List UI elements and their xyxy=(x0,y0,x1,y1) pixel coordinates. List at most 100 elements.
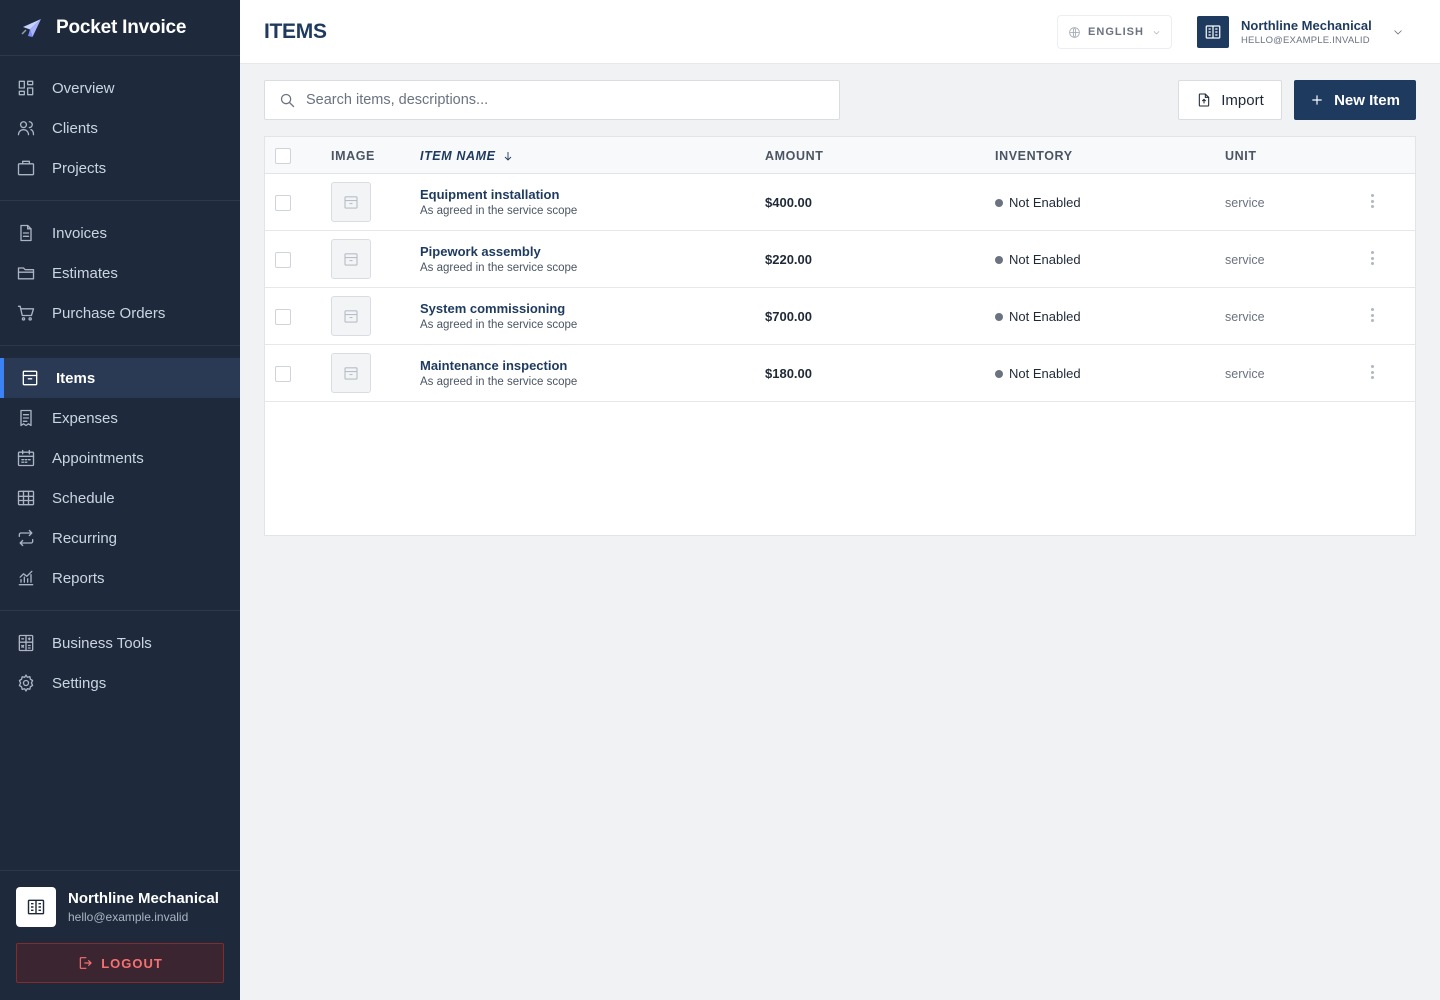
sidebar-item-clients[interactable]: Clients xyxy=(0,108,240,148)
archive-icon xyxy=(344,310,358,323)
row-actions-menu-icon[interactable] xyxy=(1367,191,1377,211)
table-row[interactable]: Equipment installation As agreed in the … xyxy=(265,174,1415,231)
select-all-checkbox[interactable] xyxy=(275,148,291,164)
user-name: Northline Mechanical xyxy=(1241,18,1372,33)
inventory-status-label: Not Enabled xyxy=(1009,195,1081,210)
file-import-icon xyxy=(1199,93,1210,107)
sidebar-item-recurring[interactable]: Recurring xyxy=(0,518,240,558)
sidebar-item-expenses[interactable]: Expenses xyxy=(0,398,240,438)
status-dot xyxy=(995,255,1003,264)
inventory-status-label: Not Enabled xyxy=(1009,366,1081,381)
logout-label: LOGOUT xyxy=(101,955,163,971)
items-table: IMAGE ITEM NAME AMOUNT INVENTORY UNIT Eq… xyxy=(264,136,1416,536)
row-checkbox[interactable] xyxy=(275,366,291,382)
import-label: Import xyxy=(1221,91,1264,109)
nav-group: Overview Clients Projects xyxy=(0,56,240,201)
logout-icon xyxy=(79,957,93,969)
chart-icon xyxy=(18,570,34,586)
item-image-placeholder xyxy=(331,182,371,222)
folder-icon xyxy=(17,267,35,280)
nav-group: Items Expenses Appointments Schedule Recurri… xyxy=(0,346,240,611)
grid-icon xyxy=(18,80,34,96)
sidebar-item-overview[interactable]: Overview xyxy=(0,68,240,108)
item-image-placeholder xyxy=(331,239,371,279)
item-unit: service xyxy=(1225,253,1265,267)
sidebar: Pocket Invoice Overview Clients Projects In… xyxy=(0,0,240,1000)
building-icon xyxy=(1205,25,1221,39)
sidebar-item-label: Schedule xyxy=(52,489,115,507)
sidebar-item-label: Estimates xyxy=(52,264,118,282)
user-email: HELLO@EXAMPLE.INVALID xyxy=(1241,35,1370,46)
calendar-icon xyxy=(17,449,35,467)
sidebar-item-settings[interactable]: Settings xyxy=(0,663,240,703)
sidebar-item-label: Recurring xyxy=(52,529,118,547)
brand[interactable]: Pocket Invoice xyxy=(0,0,240,56)
sidebar-item-purchase-orders[interactable]: Purchase Orders xyxy=(0,293,240,333)
user-menu[interactable]: Northline Mechanical HELLO@EXAMPLE.INVAL… xyxy=(1197,16,1404,48)
row-checkbox[interactable] xyxy=(275,195,291,211)
repeat-icon xyxy=(18,529,34,547)
new-item-button[interactable]: New Item xyxy=(1294,80,1416,120)
item-description: As agreed in the service scope xyxy=(420,376,578,388)
search-input[interactable] xyxy=(306,92,806,108)
row-actions-menu-icon[interactable] xyxy=(1367,248,1377,268)
table-header: IMAGE ITEM NAME AMOUNT INVENTORY UNIT xyxy=(265,137,1415,174)
business-profile[interactable]: Northline Mechanical hello@example.inval… xyxy=(16,887,224,927)
row-actions-menu-icon[interactable] xyxy=(1367,305,1377,325)
page-title: ITEMS xyxy=(264,20,327,43)
column-header-unit[interactable]: UNIT xyxy=(1225,149,1257,163)
inventory-status-label: Not Enabled xyxy=(1009,252,1081,267)
item-image-placeholder xyxy=(331,296,371,336)
sidebar-item-label: Business Tools xyxy=(52,634,152,652)
sidebar-footer: Northline Mechanical hello@example.inval… xyxy=(0,870,240,1000)
nav-group: Invoices Estimates Purchase Orders xyxy=(0,201,240,346)
row-checkbox[interactable] xyxy=(275,309,291,325)
sidebar-item-business-tools[interactable]: Business Tools xyxy=(0,623,240,663)
item-image-placeholder xyxy=(331,353,371,393)
sidebar-item-label: Items xyxy=(56,369,96,387)
business-email: hello@example.invalid xyxy=(68,910,189,924)
language-selector[interactable]: ENGLISH xyxy=(1057,15,1172,49)
sidebar-item-invoices[interactable]: Invoices xyxy=(0,213,240,253)
logout-button[interactable]: LOGOUT xyxy=(16,943,224,983)
row-actions-menu-icon[interactable] xyxy=(1367,362,1377,382)
item-name-link[interactable]: Equipment installation xyxy=(420,187,559,202)
table-row[interactable]: Pipework assembly As agreed in the servi… xyxy=(265,231,1415,288)
item-name-link[interactable]: Pipework assembly xyxy=(420,244,541,259)
sidebar-item-appointments[interactable]: Appointments xyxy=(0,438,240,478)
archive-icon xyxy=(22,370,38,386)
item-amount: $700.00 xyxy=(765,309,812,324)
sidebar-item-items[interactable]: Items xyxy=(0,358,240,398)
import-button[interactable]: Import xyxy=(1178,80,1282,120)
sidebar-item-estimates[interactable]: Estimates xyxy=(0,253,240,293)
table-row[interactable]: Maintenance inspection As agreed in the … xyxy=(265,345,1415,402)
column-header-inventory[interactable]: INVENTORY xyxy=(995,149,1073,163)
column-header-amount[interactable]: AMOUNT xyxy=(765,149,823,163)
column-header-item-name-label: ITEM NAME xyxy=(420,149,496,163)
table-icon xyxy=(17,490,35,506)
item-name-link[interactable]: Maintenance inspection xyxy=(420,358,567,373)
item-unit: service xyxy=(1225,196,1265,210)
search-field[interactable] xyxy=(264,80,840,120)
nav-group: Business Tools Settings xyxy=(0,611,240,715)
column-header-item-name[interactable]: ITEM NAME xyxy=(420,149,514,163)
item-name-link[interactable]: System commissioning xyxy=(420,301,565,316)
table-row[interactable]: System commissioning As agreed in the se… xyxy=(265,288,1415,345)
plus-icon xyxy=(1312,95,1322,105)
sidebar-item-reports[interactable]: Reports xyxy=(0,558,240,598)
status-dot xyxy=(995,198,1003,207)
app-name: Pocket Invoice xyxy=(56,16,187,38)
sidebar-item-label: Projects xyxy=(52,159,107,177)
business-avatar xyxy=(16,887,56,927)
arrow-down-icon xyxy=(504,152,511,161)
sidebar-item-projects[interactable]: Projects xyxy=(0,148,240,188)
archive-icon xyxy=(344,196,358,209)
inventory-status: Not Enabled xyxy=(995,366,1081,381)
gear-icon xyxy=(18,674,34,692)
column-header-image: IMAGE xyxy=(331,149,375,163)
sidebar-nav: Overview Clients Projects Invoices Estimates… xyxy=(0,56,240,715)
row-checkbox[interactable] xyxy=(275,252,291,268)
sidebar-item-schedule[interactable]: Schedule xyxy=(0,478,240,518)
inventory-status: Not Enabled xyxy=(995,309,1081,324)
inventory-status: Not Enabled xyxy=(995,195,1081,210)
